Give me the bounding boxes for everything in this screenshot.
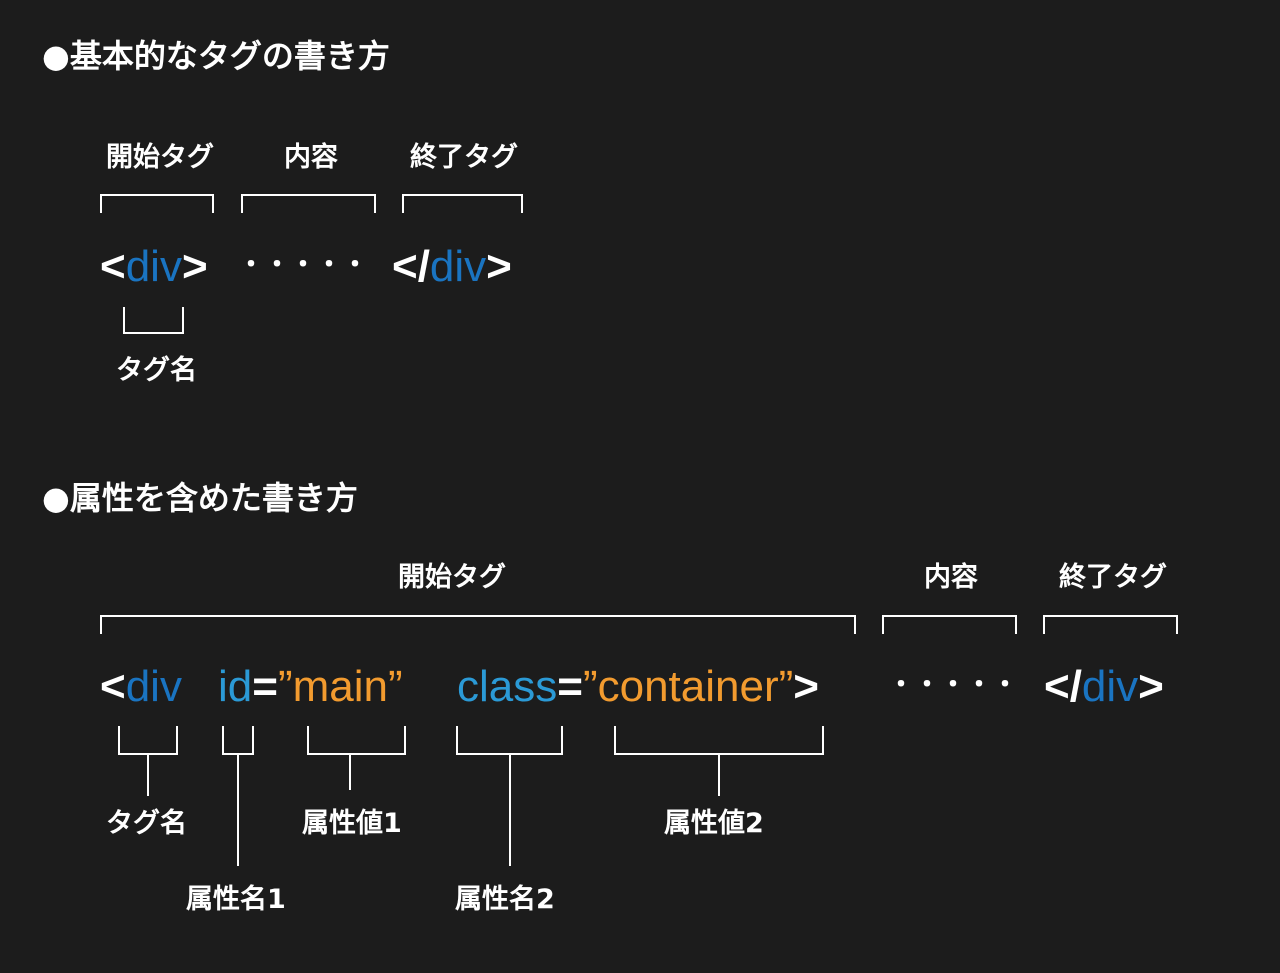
attr-value-1: ”main” <box>277 662 403 711</box>
bracket-attr-name1 <box>222 726 254 755</box>
close-gt-1: > <box>486 242 512 291</box>
close-gt-2: > <box>1138 662 1164 711</box>
label-end-tag-2: 終了タグ <box>1059 562 1167 593</box>
attr-name-1: id <box>218 662 253 711</box>
bracket-attr-name2 <box>456 726 563 755</box>
open-tag-name-2: div <box>125 662 182 711</box>
open-tag-name-1: div <box>125 242 182 291</box>
close-tag-name-1: div <box>429 242 487 291</box>
label-attr-value1: 属性値1 <box>302 808 402 839</box>
attr-eq-2: = <box>557 662 583 711</box>
bracket-tag-name-1 <box>123 307 184 334</box>
label-tag-name-2: タグ名 <box>106 808 187 839</box>
label-content-1: 内容 <box>284 142 338 173</box>
bracket-end-tag-2 <box>1043 615 1178 634</box>
bracket-tag-name-2 <box>118 726 178 755</box>
content-dots-1: ・・・・・ <box>238 250 369 280</box>
label-start-tag-2: 開始タグ <box>398 562 506 593</box>
attr-value-2: ”container” <box>582 662 794 711</box>
close-tag-2: </div> <box>1044 665 1164 709</box>
attr-eq-1: = <box>252 662 278 711</box>
section1-heading: ●基本的なタグの書き方 <box>42 37 390 75</box>
bracket-end-tag-1 <box>402 194 523 213</box>
close-tag-name-2: div <box>1081 662 1139 711</box>
open-lt-2: < <box>100 662 126 711</box>
attribute-1: id=”main” <box>218 665 403 709</box>
bracket-content-2 <box>882 615 1017 634</box>
attribute-2: class=”container”> <box>457 665 819 709</box>
content-dots-2: ・・・・・ <box>888 670 1019 700</box>
attr-name-2: class <box>457 662 558 711</box>
code-line-2: <div <box>100 665 182 709</box>
label-start-tag-1: 開始タグ <box>106 142 214 173</box>
code-line-1: <div> <box>100 245 208 289</box>
open-lt-1: < <box>100 242 126 291</box>
close-lt-1: </ <box>392 242 430 291</box>
open-gt-1: > <box>181 242 208 291</box>
bracket-attr-value1 <box>307 726 406 755</box>
bracket-attr-value2 <box>614 726 824 755</box>
close-lt-2: </ <box>1044 662 1082 711</box>
bracket-start-tag-1 <box>100 194 214 213</box>
close-tag-1: </div> <box>392 245 512 289</box>
label-content-2: 内容 <box>924 562 978 593</box>
label-tag-name-1: タグ名 <box>116 355 197 386</box>
label-end-tag-1: 終了タグ <box>410 142 518 173</box>
label-attr-name1: 属性名1 <box>186 884 286 915</box>
open-gt-2: > <box>793 662 819 711</box>
bracket-start-tag-2 <box>100 615 856 634</box>
section2-heading: ●属性を含めた書き方 <box>42 479 358 517</box>
label-attr-value2: 属性値2 <box>664 808 764 839</box>
label-attr-name2: 属性名2 <box>455 884 555 915</box>
bracket-content-1 <box>241 194 376 213</box>
